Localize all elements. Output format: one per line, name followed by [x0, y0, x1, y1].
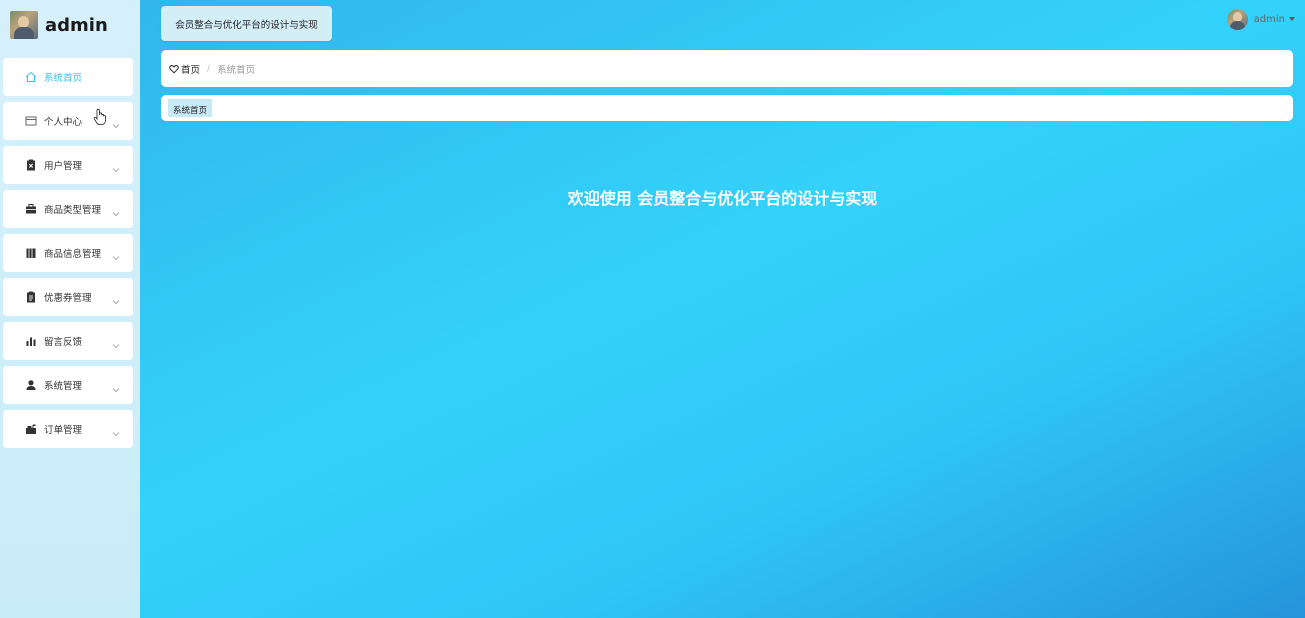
book-icon	[25, 247, 37, 259]
page-title: 会员整合与优化平台的设计与实现	[161, 6, 332, 41]
sidebar-item-label: 留言反馈	[44, 337, 83, 348]
main-area: 会员整合与优化平台的设计与实现 admin 首页 / 系统首页 系统首页 欢迎使…	[140, 0, 1305, 618]
welcome-message: 欢迎使用 会员整合与优化平台的设计与实现	[567, 189, 878, 208]
card-icon	[25, 115, 37, 127]
sidebar-item-label: 系统管理	[44, 381, 83, 392]
caret-down-icon[interactable]	[1289, 17, 1295, 21]
avatar[interactable]	[1226, 8, 1248, 30]
chevron-down-icon	[112, 203, 120, 217]
tags-bar: 系统首页	[161, 95, 1293, 121]
bar-chart-icon	[25, 335, 37, 347]
clipboard-icon	[25, 291, 37, 303]
breadcrumb-current: 系统首页	[217, 64, 256, 76]
chevron-down-icon	[112, 423, 120, 437]
breadcrumb-home-label: 首页	[181, 64, 201, 76]
sidebar-item-order-management[interactable]: 订单管理	[3, 410, 133, 448]
chevron-down-icon	[112, 291, 120, 305]
sidebar-item-label: 商品类型管理	[44, 205, 102, 216]
home-icon	[25, 71, 37, 83]
sidebar-item-home[interactable]: 系统首页	[3, 58, 133, 96]
sidebar: admin 系统首页 个人中心 用户管理 商品类型管理 商品信息管理 优惠券管理…	[0, 0, 140, 618]
mailbox-icon	[25, 423, 37, 435]
brand-name: admin	[45, 14, 108, 36]
chevron-down-icon	[112, 115, 120, 129]
sidebar-item-label: 用户管理	[44, 161, 83, 172]
user-name[interactable]: admin	[1254, 14, 1285, 25]
sidebar-item-label: 订单管理	[44, 425, 83, 436]
clipboard-x-icon	[25, 159, 37, 171]
user-menu[interactable]: admin	[1226, 8, 1295, 30]
sidebar-item-label: 优惠券管理	[44, 293, 92, 304]
brand-avatar	[10, 11, 38, 39]
hand-cursor-icon	[93, 108, 106, 125]
chevron-down-icon	[112, 335, 120, 349]
sidebar-item-label: 商品信息管理	[44, 249, 102, 260]
sidebar-item-product-type-management[interactable]: 商品类型管理	[3, 190, 133, 228]
brand: admin	[10, 11, 108, 39]
user-icon	[25, 379, 37, 391]
sidebar-item-label: 个人中心	[44, 117, 83, 128]
breadcrumb-separator: /	[207, 63, 211, 74]
breadcrumb-home[interactable]: 首页	[169, 62, 200, 76]
sidebar-item-feedback[interactable]: 留言反馈	[3, 322, 133, 360]
chevron-down-icon	[112, 247, 120, 261]
briefcase-icon	[25, 203, 37, 215]
sidebar-item-coupon-management[interactable]: 优惠券管理	[3, 278, 133, 316]
sidebar-item-label: 系统首页	[44, 73, 83, 84]
breadcrumb: 首页 / 系统首页	[161, 50, 1293, 87]
sidebar-item-system-management[interactable]: 系统管理	[3, 366, 133, 404]
tag-home[interactable]: 系统首页	[168, 99, 213, 117]
chevron-down-icon	[112, 159, 120, 173]
heart-icon	[169, 64, 179, 74]
sidebar-item-personal-center[interactable]: 个人中心	[3, 102, 133, 140]
sidebar-menu: 系统首页 个人中心 用户管理 商品类型管理 商品信息管理 优惠券管理 留言反馈 …	[3, 58, 133, 454]
sidebar-item-user-management[interactable]: 用户管理	[3, 146, 133, 184]
sidebar-item-product-info-management[interactable]: 商品信息管理	[3, 234, 133, 272]
chevron-down-icon	[112, 379, 120, 393]
